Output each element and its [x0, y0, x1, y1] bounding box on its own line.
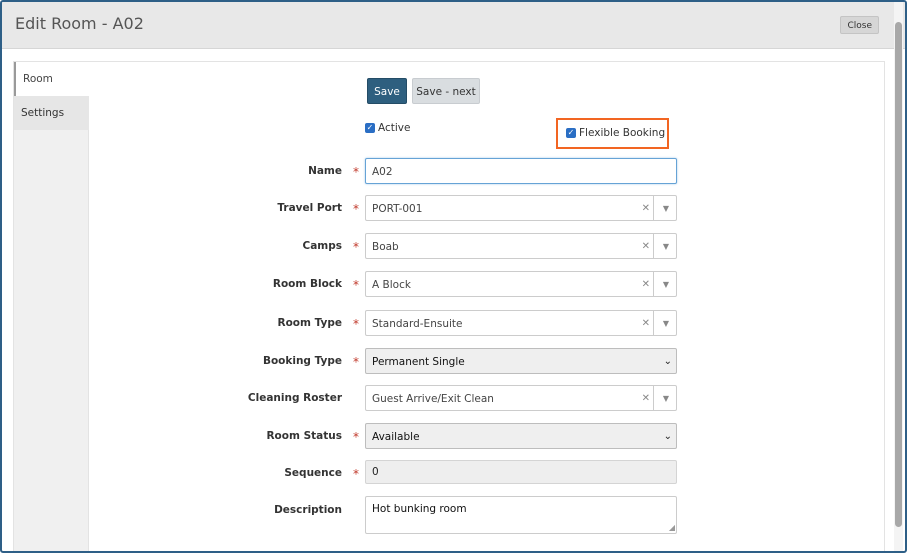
required-marker: *: [353, 355, 359, 369]
divider: [653, 311, 654, 335]
camps-label: Camps: [302, 240, 343, 252]
required-marker: *: [353, 202, 359, 216]
tab-room-details[interactable]: Room Details: [14, 62, 90, 119]
name-label: Name: [308, 165, 342, 177]
scrollbar-thumb[interactable]: [895, 22, 902, 527]
chevron-down-icon[interactable]: ▼: [663, 196, 669, 222]
active-checkbox[interactable]: ✓ Active: [365, 122, 410, 134]
dialog-titlebar: Edit Room - A02 Close: [2, 2, 905, 49]
tab-settings[interactable]: Settings: [14, 96, 89, 130]
chevron-down-icon[interactable]: ▼: [663, 272, 669, 298]
description-label: Description: [274, 504, 342, 516]
flexible-booking-label: Flexible Booking: [579, 127, 666, 139]
cleaning-roster-value: Guest Arrive/Exit Clean: [372, 393, 494, 405]
name-input[interactable]: A02: [365, 158, 677, 184]
required-marker: *: [353, 165, 359, 179]
chevron-down-icon[interactable]: ▼: [663, 311, 669, 337]
edit-room-dialog: Edit Room - A02 Close Room Details Setti…: [0, 0, 907, 553]
description-value: Hot bunking room: [372, 503, 467, 515]
chevron-down-icon[interactable]: ⌄: [664, 424, 672, 450]
booking-type-select[interactable]: Permanent Single ⌄: [365, 348, 677, 374]
vertical-scrollbar[interactable]: [894, 2, 903, 551]
chevron-down-icon[interactable]: ⌄: [664, 349, 672, 375]
save-next-button[interactable]: Save - next: [412, 78, 480, 104]
close-button[interactable]: Close: [840, 16, 879, 34]
camps-value: Boab: [372, 241, 399, 253]
divider: [653, 234, 654, 258]
cleaning-roster-label: Cleaning Roster: [247, 392, 342, 404]
clear-icon[interactable]: ✕: [642, 272, 650, 298]
required-marker: *: [353, 430, 359, 444]
required-marker: *: [353, 467, 359, 481]
booking-type-label: Booking Type: [262, 355, 342, 367]
room-type-label: Room Type: [277, 317, 342, 329]
required-marker: *: [353, 278, 359, 292]
dialog-content: Room Details Settings Save Save - next ✓…: [13, 61, 885, 551]
active-label: Active: [378, 122, 411, 134]
checkmark-icon[interactable]: ✓: [365, 123, 375, 133]
chevron-down-icon[interactable]: ▼: [663, 234, 669, 260]
sequence-label: Sequence: [284, 467, 342, 479]
resize-handle-icon[interactable]: ◢: [669, 524, 675, 532]
booking-type-value: Permanent Single: [372, 356, 465, 368]
travel-port-label: Travel Port: [277, 202, 342, 214]
tab-list: Room Details Settings: [14, 62, 90, 551]
room-block-label: Room Block: [272, 278, 342, 290]
cleaning-roster-combobox[interactable]: Guest Arrive/Exit Clean ✕ ▼: [365, 385, 677, 411]
room-block-combobox[interactable]: A Block ✕ ▼: [365, 271, 677, 297]
divider: [653, 386, 654, 410]
travel-port-combobox[interactable]: PORT-001 ✕ ▼: [365, 195, 677, 221]
room-status-select[interactable]: Available ⌄: [365, 423, 677, 449]
clear-icon[interactable]: ✕: [642, 196, 650, 222]
divider: [653, 272, 654, 296]
save-button[interactable]: Save: [367, 78, 407, 104]
description-textarea[interactable]: Hot bunking room ◢: [365, 496, 677, 534]
clear-icon[interactable]: ✕: [642, 386, 650, 412]
room-type-value: Standard-Ensuite: [372, 318, 463, 330]
room-type-combobox[interactable]: Standard-Ensuite ✕ ▼: [365, 310, 677, 336]
name-value: A02: [372, 166, 393, 178]
required-marker: *: [353, 317, 359, 331]
sequence-value: 0: [372, 466, 379, 478]
travel-port-value: PORT-001: [372, 203, 423, 215]
clear-icon[interactable]: ✕: [642, 311, 650, 337]
chevron-down-icon[interactable]: ▼: [663, 386, 669, 412]
room-status-value: Available: [372, 431, 420, 443]
clear-icon[interactable]: ✕: [642, 234, 650, 260]
divider: [653, 196, 654, 220]
required-marker: *: [353, 240, 359, 254]
checkmark-icon[interactable]: ✓: [566, 128, 576, 138]
room-status-label: Room Status: [266, 430, 342, 442]
camps-combobox[interactable]: Boab ✕ ▼: [365, 233, 677, 259]
sequence-input[interactable]: 0: [365, 460, 677, 484]
flexible-booking-checkbox[interactable]: ✓ Flexible Booking: [566, 127, 665, 139]
room-block-value: A Block: [372, 279, 411, 291]
dialog-title: Edit Room - A02: [15, 14, 144, 33]
